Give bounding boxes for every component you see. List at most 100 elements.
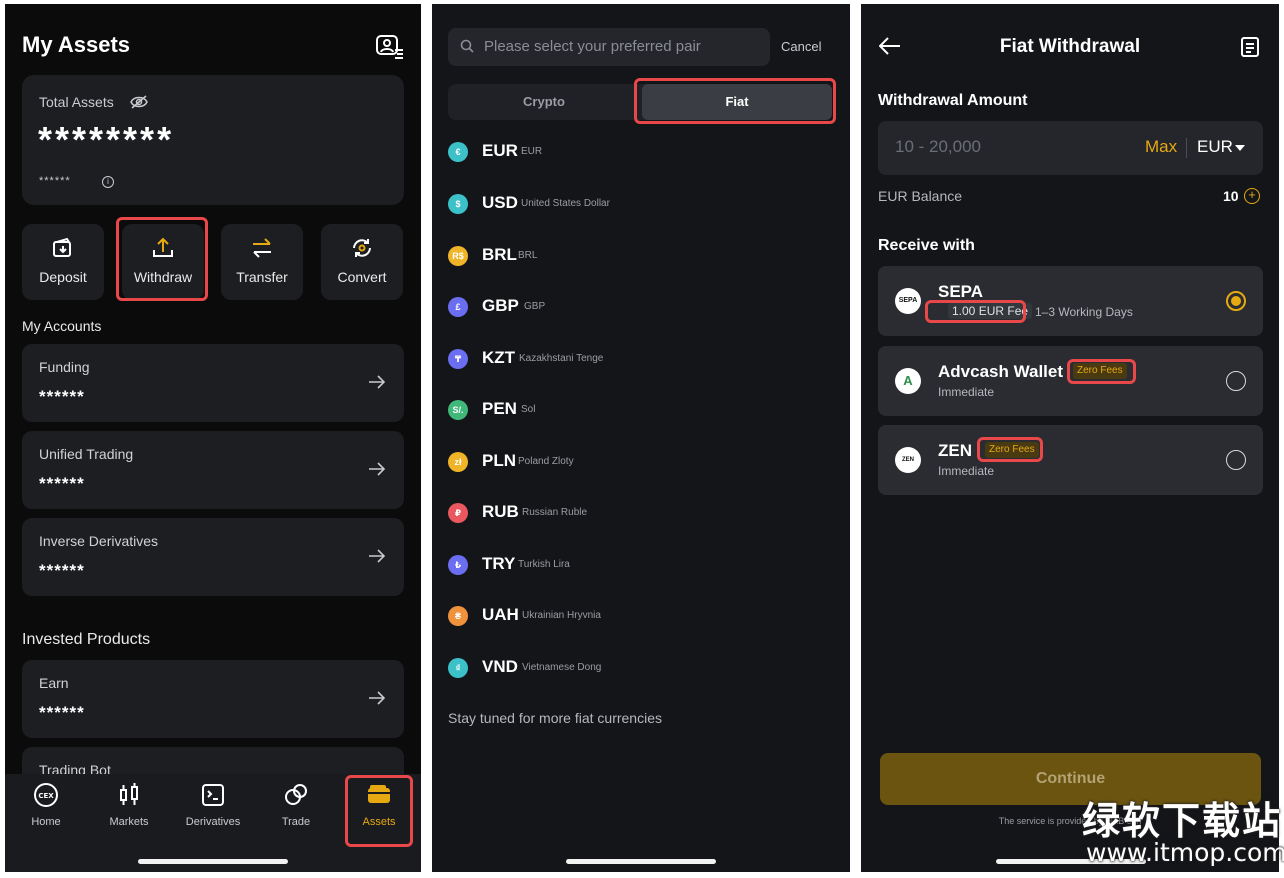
currency-item-gbp[interactable]: £ GBP GBP	[448, 295, 828, 325]
tab-label: Home	[31, 816, 61, 828]
account-unified-trading[interactable]: Unified Trading ******	[22, 431, 404, 509]
history-document-icon[interactable]	[1240, 36, 1260, 58]
zero-fees-badge: Zero Fees	[1073, 363, 1127, 379]
more-currencies-note: Stay tuned for more fiat currencies	[448, 710, 662, 726]
currency-code: VND	[482, 657, 518, 676]
radio-unselected[interactable]	[1226, 450, 1246, 470]
tab-label: Trade	[281, 816, 311, 828]
account-name: Inverse Derivatives	[39, 533, 159, 549]
deposit-button[interactable]: Deposit	[22, 224, 104, 300]
currency-item-rub[interactable]: ₽ RUB Russian Ruble	[448, 501, 828, 531]
currency-code: BRL	[482, 245, 517, 264]
account-name: Unified Trading	[39, 446, 134, 462]
currency-code: UAH	[482, 605, 519, 624]
asset-type-segmented-control: Crypto Fiat	[448, 84, 832, 120]
method-time: 1–3 Working Days	[1035, 305, 1133, 319]
currency-symbol-icon: ₸	[448, 349, 468, 369]
radio-unselected[interactable]	[1226, 371, 1246, 391]
tab-fiat[interactable]: Fiat	[642, 84, 832, 120]
watermark-url: www.itmop.com	[1086, 838, 1284, 867]
account-settings-icon[interactable]	[375, 34, 405, 60]
amount-input[interactable]: 10 - 20,000 Max EUR	[878, 121, 1263, 175]
currency-item-brl[interactable]: R$ BRL BRL	[448, 244, 828, 274]
account-funding[interactable]: Funding ******	[22, 344, 404, 422]
add-funds-icon[interactable]: +	[1244, 188, 1260, 204]
balance-label: EUR Balance	[878, 188, 963, 204]
transfer-label: Transfer	[236, 269, 288, 285]
currency-selector[interactable]: EUR	[1197, 137, 1233, 157]
currency-symbol-icon: ₺	[448, 555, 468, 575]
currency-name: EUR	[521, 146, 543, 157]
convert-icon	[353, 239, 371, 257]
method-advcash[interactable]: A Advcash Wallet Zero Fees Immediate	[878, 346, 1263, 416]
withdraw-label: Withdraw	[133, 269, 193, 285]
watermark-text: 绿软下载站	[1082, 799, 1283, 843]
total-assets-sub: ******	[39, 175, 71, 187]
max-button[interactable]: Max	[1145, 137, 1177, 157]
currency-name: Poland Zloty	[518, 456, 574, 467]
method-sepa[interactable]: SEPA SEPA 1.00 EUR Fee 1–3 Working Days	[878, 266, 1263, 336]
tab-home[interactable]: CEX Home	[11, 782, 81, 828]
chevron-down-icon[interactable]	[1235, 145, 1245, 151]
receive-with-heading: Receive with	[878, 237, 975, 254]
zero-fees-badge: Zero Fees	[985, 442, 1039, 458]
tab-assets[interactable]: Assets	[344, 782, 414, 828]
currency-symbol-icon: ₴	[448, 606, 468, 626]
currency-symbol-icon: zł	[448, 452, 468, 472]
tab-label: Assets	[362, 816, 396, 828]
deposit-label: Deposit	[39, 269, 87, 285]
method-zen[interactable]: ZEN ZEN Zero Fees Immediate	[878, 425, 1263, 495]
divider	[1186, 138, 1187, 158]
currency-symbol-icon: S/.	[448, 400, 468, 420]
currency-name: Ukrainian Hryvnia	[522, 610, 601, 621]
tab-trade[interactable]: Trade	[261, 782, 331, 828]
method-name: Advcash Wallet	[938, 362, 1064, 381]
advcash-logo: A	[895, 368, 921, 394]
method-time: Immediate	[938, 464, 995, 478]
currency-item-kzt[interactable]: ₸ KZT Kazakhstani Tenge	[448, 347, 828, 377]
info-icon[interactable]: i	[102, 176, 114, 188]
currency-item-usd[interactable]: $ USD United States Dollar	[448, 192, 828, 222]
radio-selected[interactable]	[1226, 291, 1246, 311]
tab-derivatives[interactable]: Derivatives	[178, 782, 248, 828]
tab-markets[interactable]: Markets	[94, 782, 164, 828]
currency-name: Vietnamese Dong	[522, 662, 602, 673]
withdraw-icon	[153, 237, 173, 257]
convert-button[interactable]: Convert	[321, 224, 403, 300]
cancel-button[interactable]: Cancel	[781, 39, 821, 54]
transfer-icon	[253, 238, 271, 258]
balance-value: 10	[1223, 188, 1239, 204]
currency-name: Sol	[521, 404, 536, 415]
total-assets-value: ********	[38, 119, 175, 160]
account-inverse-derivatives[interactable]: Inverse Derivatives ******	[22, 518, 404, 596]
currency-item-pen[interactable]: S/. PEN Sol	[448, 398, 828, 428]
arrow-right-icon	[369, 691, 386, 705]
currency-item-vnd[interactable]: ₫ VND Vietnamese Dong	[448, 656, 828, 686]
currency-item-uah[interactable]: ₴ UAH Ukrainian Hryvnia	[448, 604, 828, 634]
currency-item-pln[interactable]: zł PLN Poland Zloty	[448, 450, 828, 480]
home-indicator	[566, 859, 716, 864]
bottom-tab-bar: CEX Home Markets Derivatives Trade Asset…	[5, 774, 421, 872]
withdraw-button[interactable]: Withdraw	[122, 224, 204, 300]
page-title: Fiat Withdrawal	[999, 36, 1141, 57]
currency-name: Turkish Lira	[518, 559, 570, 570]
currency-name: United States Dollar	[521, 198, 610, 209]
trade-icon	[285, 784, 307, 805]
currency-symbol-icon: R$	[448, 246, 468, 266]
transfer-button[interactable]: Transfer	[221, 224, 303, 300]
currency-symbol-icon: ₫	[448, 658, 468, 678]
search-input[interactable]: Please select your preferred pair	[448, 28, 770, 66]
tab-label: Markets	[109, 816, 149, 828]
invested-products-heading: Invested Products	[22, 631, 151, 648]
tab-crypto[interactable]: Crypto	[448, 84, 640, 120]
hide-balance-icon[interactable]	[130, 95, 148, 109]
total-assets-label: Total Assets	[39, 94, 114, 110]
account-value: ******	[39, 387, 85, 406]
wallet-icon	[368, 785, 390, 803]
currency-name: Russian Ruble	[522, 507, 588, 518]
currency-name: GBP	[524, 301, 546, 312]
product-earn[interactable]: Earn ******	[22, 660, 404, 738]
total-assets-card: Total Assets ******** ****** i	[22, 75, 404, 205]
currency-item-try[interactable]: ₺ TRY Turkish Lira	[448, 553, 828, 583]
currency-item-eur[interactable]: € EUR EUR	[448, 140, 828, 170]
